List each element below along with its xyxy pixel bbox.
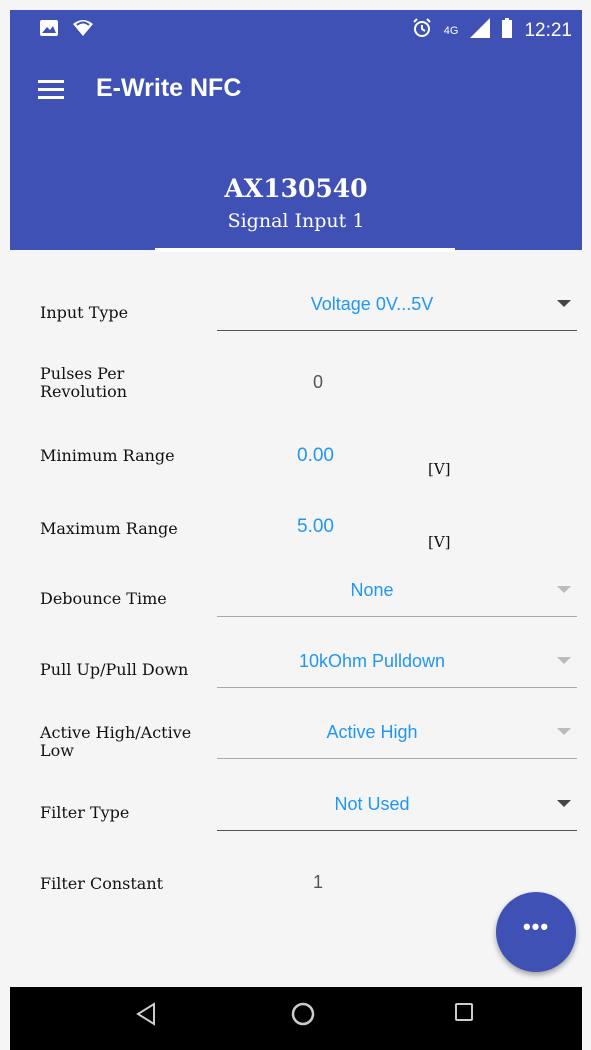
dropdown-arrow-icon — [557, 800, 571, 807]
settings-form: Input Type Voltage 0V...5V Pulses Per Re… — [10, 252, 582, 987]
wifi-icon — [72, 19, 94, 42]
status-bar: 4G 12:21 — [10, 10, 582, 50]
active-high-low-dropdown[interactable]: Active High — [217, 722, 577, 759]
pull-up-pull-down-label: Pull Up/Pull Down — [40, 660, 189, 679]
maximum-range-unit: [V] — [428, 533, 451, 551]
filter-type-value: Not Used — [334, 794, 410, 814]
dropdown-underline — [217, 330, 577, 331]
dropdown-arrow-icon — [557, 300, 571, 307]
maximum-range-label: Maximum Range — [40, 519, 178, 538]
pulses-per-revolution-label: Pulses Per Revolution — [40, 364, 128, 401]
tab-signal-input[interactable]: Signal Input 1 — [10, 210, 582, 232]
dropdown-arrow-icon — [557, 657, 571, 664]
dropdown-underline — [217, 758, 577, 759]
device-id: AX130540 — [224, 174, 368, 203]
filter-type-label: Filter Type — [40, 803, 130, 822]
recents-icon[interactable] — [453, 1001, 477, 1030]
image-icon — [40, 20, 58, 41]
debounce-time-dropdown[interactable]: None — [217, 580, 577, 617]
dropdown-arrow-icon — [557, 586, 571, 593]
app-title: E-Write NFC — [96, 74, 242, 102]
input-type-value: Voltage 0V...5V — [310, 294, 434, 314]
debounce-time-value: None — [350, 580, 394, 600]
dropdown-arrow-icon — [557, 728, 571, 735]
input-type-dropdown[interactable]: Voltage 0V...5V — [217, 294, 577, 331]
maximum-range-input[interactable]: 5.00 — [297, 516, 334, 538]
minimum-range-label: Minimum Range — [40, 446, 175, 465]
active-high-low-value: Active High — [326, 722, 418, 742]
pulses-per-revolution-value: 0 — [313, 372, 324, 392]
battery-icon — [502, 18, 513, 44]
back-icon[interactable] — [134, 1001, 160, 1032]
filter-constant-value: 1 — [313, 872, 324, 892]
dropdown-underline — [217, 616, 577, 617]
dropdown-underline — [217, 687, 577, 688]
more-icon: ••• — [522, 914, 550, 939]
pull-up-pull-down-value: 10kOhm Pulldown — [298, 651, 446, 671]
input-type-label: Input Type — [40, 303, 129, 322]
pull-up-pull-down-dropdown[interactable]: 10kOhm Pulldown — [217, 651, 577, 688]
minimum-range-input[interactable]: 0.00 — [297, 445, 334, 467]
alarm-icon — [412, 18, 432, 44]
system-nav-bar — [10, 987, 582, 1050]
signal-icon — [470, 18, 491, 44]
filter-constant-label: Filter Constant — [40, 874, 164, 893]
clock-time: 12:21 — [524, 20, 572, 41]
minimum-range-unit: [V] — [428, 460, 451, 478]
menu-icon[interactable] — [38, 80, 64, 100]
dropdown-underline — [217, 830, 577, 831]
more-options-fab[interactable]: ••• — [496, 892, 576, 972]
filter-type-dropdown[interactable]: Not Used — [217, 794, 577, 831]
debounce-time-label: Debounce Time — [40, 589, 167, 608]
network-type-label: 4G — [443, 25, 459, 37]
active-high-low-label: Active High/Active Low — [40, 723, 192, 760]
app-bar: E-Write NFC AX130540 Signal Input 1 — [10, 50, 582, 250]
home-icon[interactable] — [289, 1001, 317, 1034]
